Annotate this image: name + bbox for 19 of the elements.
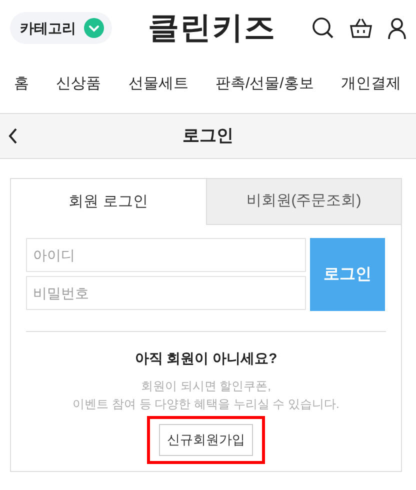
logo[interactable]: 클린키즈 bbox=[148, 10, 276, 45]
nav-link-item[interactable]: 개인결제 bbox=[340, 73, 401, 96]
chevron-down-icon bbox=[84, 18, 104, 38]
tab[interactable]: 비회원(주문조회) bbox=[206, 179, 401, 225]
user-icon[interactable] bbox=[388, 18, 406, 38]
nav-link-item[interactable]: 홈 bbox=[14, 73, 29, 96]
signup-button[interactable]: 신규회원가입 bbox=[159, 424, 253, 456]
page-title: 로그인 bbox=[182, 125, 234, 148]
id-field[interactable]: 아이디 bbox=[26, 238, 306, 272]
category-button[interactable]: 카테고리 bbox=[10, 12, 112, 44]
search-icon[interactable] bbox=[312, 17, 334, 39]
nav-link-item[interactable]: 신상품 bbox=[56, 73, 102, 96]
password-field[interactable]: 비밀번호 bbox=[26, 276, 306, 310]
nav-link-item[interactable]: 선물세트 bbox=[128, 73, 188, 96]
signup-question: 아직 회원이 아니세요? bbox=[134, 349, 278, 368]
basket-icon[interactable] bbox=[350, 18, 372, 38]
back-icon bbox=[8, 128, 18, 144]
nav-link-item[interactable]: 판촉/선물/홍보 bbox=[215, 73, 314, 96]
signup-description: 회원이 되시면 할인쿠폰, 이벤트 참여 등 다양한 혜택을 누리실 수 있습니다. bbox=[72, 378, 340, 413]
